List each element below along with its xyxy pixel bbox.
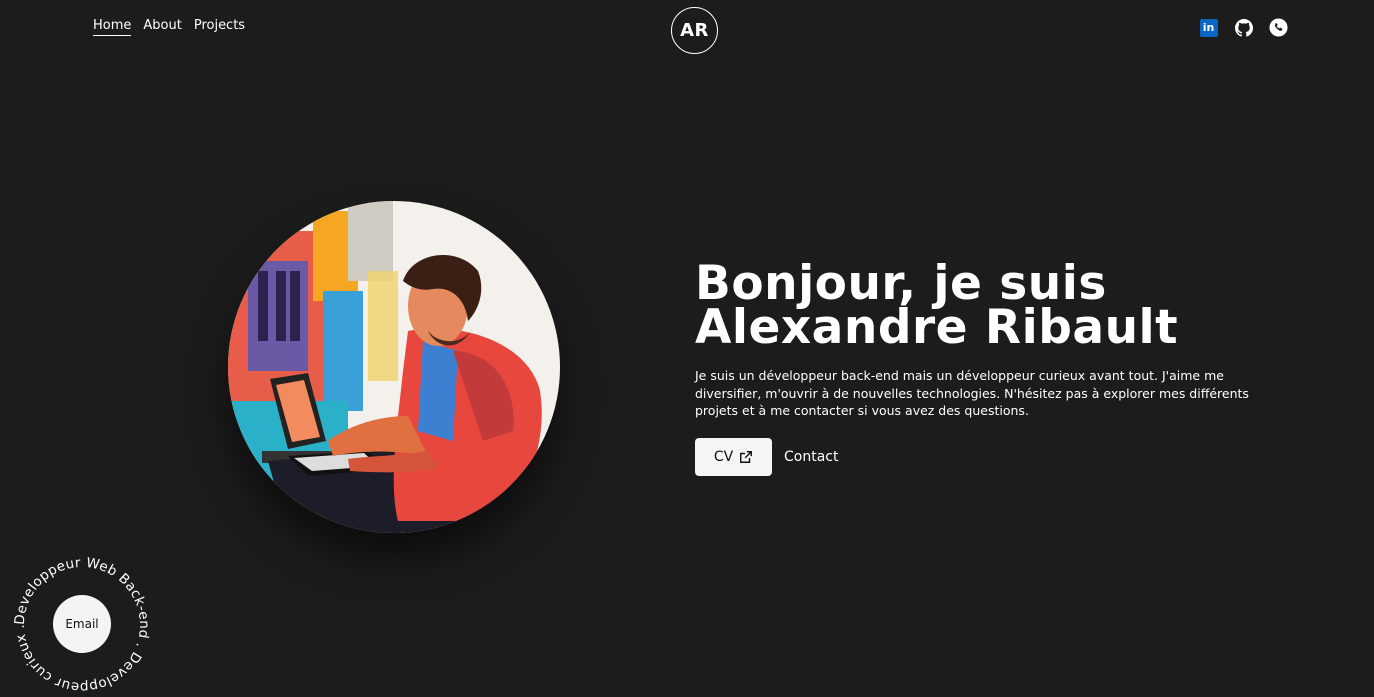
main-nav: Home About Projects — [93, 18, 245, 36]
linkedin-logo-text: in — [1199, 18, 1218, 37]
hero-headline: Bonjour, je suis Alexandre Ribault — [695, 260, 1295, 355]
page: Home About Projects AR in Bonjour, je su… — [0, 0, 1374, 697]
nav-about-link[interactable]: About — [143, 18, 181, 36]
hero-actions: CV Contact — [695, 438, 838, 476]
external-link-icon — [740, 451, 753, 463]
cv-button[interactable]: CV — [695, 438, 772, 476]
headline-line-2: Alexandre Ribault — [695, 300, 1179, 355]
github-icon[interactable] — [1234, 18, 1253, 37]
cv-button-label: CV — [713, 449, 734, 465]
logo[interactable]: AR — [671, 7, 718, 54]
contact-link[interactable]: Contact — [784, 449, 838, 465]
rotating-badge: Developpeur Web Back-end . Developpeur c… — [12, 555, 152, 695]
email-button-label: Email — [65, 617, 99, 631]
portrait-illustration — [228, 201, 560, 533]
nav-projects-link[interactable]: Projects — [194, 18, 245, 36]
hero-description: Je suis un développeur back-end mais un … — [695, 368, 1249, 418]
email-button[interactable]: Email — [53, 595, 111, 653]
nav-home-link[interactable]: Home — [93, 18, 132, 36]
social-links: in — [1199, 18, 1288, 37]
phone-icon[interactable] — [1269, 18, 1288, 37]
linkedin-icon[interactable]: in — [1199, 18, 1218, 37]
logo-initials: AR — [680, 20, 709, 41]
